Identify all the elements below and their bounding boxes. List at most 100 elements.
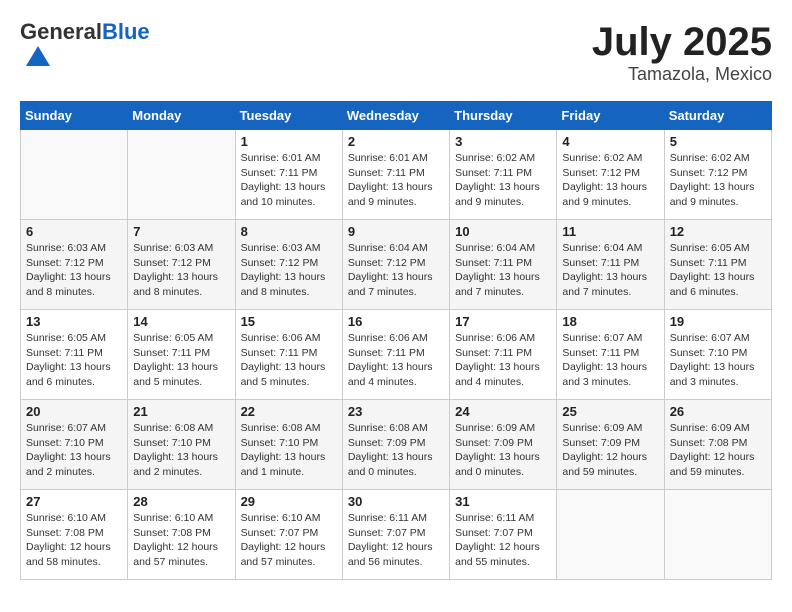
- calendar-week-row: 20Sunrise: 6:07 AM Sunset: 7:10 PM Dayli…: [21, 400, 772, 490]
- day-number: 10: [455, 224, 551, 239]
- day-number: 13: [26, 314, 122, 329]
- weekday-header-thursday: Thursday: [450, 102, 557, 130]
- calendar-cell: 17 Sunrise: 6:06 AM Sunset: 7:11 PM Dayli…: [450, 310, 557, 400]
- day-detail: Sunrise: 6:03 AM Sunset: 7:12 PM Dayligh…: [26, 241, 122, 300]
- logo-text: GeneralBlue: [20, 20, 150, 44]
- day-number: 27: [26, 494, 122, 509]
- day-number: 15: [241, 314, 337, 329]
- calendar-cell: [21, 130, 128, 220]
- day-detail: Sunrise: 6:05 AM Sunset: 7:11 PM Dayligh…: [670, 241, 766, 300]
- calendar-table: SundayMondayTuesdayWednesdayThursdayFrid…: [20, 101, 772, 580]
- day-detail: Sunrise: 6:11 AM Sunset: 7:07 PM Dayligh…: [455, 511, 551, 570]
- calendar-cell: 2 Sunrise: 6:01 AM Sunset: 7:11 PM Daylig…: [342, 130, 449, 220]
- day-detail: Sunrise: 6:07 AM Sunset: 7:10 PM Dayligh…: [26, 421, 122, 480]
- day-number: 30: [348, 494, 444, 509]
- calendar-cell: 25 Sunrise: 6:09 AM Sunset: 7:09 PM Dayli…: [557, 400, 664, 490]
- calendar-cell: 16 Sunrise: 6:06 AM Sunset: 7:11 PM Dayli…: [342, 310, 449, 400]
- logo-blue: Blue: [102, 19, 150, 44]
- day-number: 24: [455, 404, 551, 419]
- calendar-cell: 3 Sunrise: 6:02 AM Sunset: 7:11 PM Daylig…: [450, 130, 557, 220]
- day-detail: Sunrise: 6:06 AM Sunset: 7:11 PM Dayligh…: [348, 331, 444, 390]
- calendar-cell: 13 Sunrise: 6:05 AM Sunset: 7:11 PM Dayli…: [21, 310, 128, 400]
- calendar-cell: 15 Sunrise: 6:06 AM Sunset: 7:11 PM Dayli…: [235, 310, 342, 400]
- day-number: 28: [133, 494, 229, 509]
- day-number: 26: [670, 404, 766, 419]
- day-detail: Sunrise: 6:05 AM Sunset: 7:11 PM Dayligh…: [133, 331, 229, 390]
- day-detail: Sunrise: 6:09 AM Sunset: 7:09 PM Dayligh…: [455, 421, 551, 480]
- day-detail: Sunrise: 6:04 AM Sunset: 7:12 PM Dayligh…: [348, 241, 444, 300]
- calendar-header-row: SundayMondayTuesdayWednesdayThursdayFrid…: [21, 102, 772, 130]
- day-number: 6: [26, 224, 122, 239]
- day-detail: Sunrise: 6:10 AM Sunset: 7:08 PM Dayligh…: [133, 511, 229, 570]
- weekday-header-monday: Monday: [128, 102, 235, 130]
- day-number: 18: [562, 314, 658, 329]
- calendar-cell: 22Sunrise: 6:08 AM Sunset: 7:10 PM Dayli…: [235, 400, 342, 490]
- calendar-week-row: 13 Sunrise: 6:05 AM Sunset: 7:11 PM Dayli…: [21, 310, 772, 400]
- day-detail: Sunrise: 6:04 AM Sunset: 7:11 PM Dayligh…: [562, 241, 658, 300]
- day-detail: Sunrise: 6:09 AM Sunset: 7:09 PM Dayligh…: [562, 421, 658, 480]
- day-number: 4: [562, 134, 658, 149]
- day-number: 7: [133, 224, 229, 239]
- calendar-cell: 28 Sunrise: 6:10 AM Sunset: 7:08 PM Dayli…: [128, 490, 235, 580]
- calendar-cell: 27 Sunrise: 6:10 AM Sunset: 7:08 PM Dayli…: [21, 490, 128, 580]
- day-detail: Sunrise: 6:02 AM Sunset: 7:12 PM Dayligh…: [670, 151, 766, 210]
- calendar-cell: [664, 490, 771, 580]
- day-number: 16: [348, 314, 444, 329]
- calendar-cell: 23Sunrise: 6:08 AM Sunset: 7:09 PM Dayli…: [342, 400, 449, 490]
- day-number: 17: [455, 314, 551, 329]
- location-title: Tamazola, Mexico: [592, 64, 772, 85]
- day-detail: Sunrise: 6:08 AM Sunset: 7:09 PM Dayligh…: [348, 421, 444, 480]
- day-number: 3: [455, 134, 551, 149]
- calendar-cell: 4Sunrise: 6:02 AM Sunset: 7:12 PM Daylig…: [557, 130, 664, 220]
- day-detail: Sunrise: 6:07 AM Sunset: 7:11 PM Dayligh…: [562, 331, 658, 390]
- calendar-cell: 19 Sunrise: 6:07 AM Sunset: 7:10 PM Dayli…: [664, 310, 771, 400]
- weekday-header-friday: Friday: [557, 102, 664, 130]
- day-number: 5: [670, 134, 766, 149]
- day-detail: Sunrise: 6:02 AM Sunset: 7:11 PM Dayligh…: [455, 151, 551, 210]
- calendar-cell: 30 Sunrise: 6:11 AM Sunset: 7:07 PM Dayli…: [342, 490, 449, 580]
- logo: GeneralBlue: [20, 20, 150, 77]
- day-detail: Sunrise: 6:01 AM Sunset: 7:11 PM Dayligh…: [348, 151, 444, 210]
- day-number: 12: [670, 224, 766, 239]
- weekday-header-wednesday: Wednesday: [342, 102, 449, 130]
- day-detail: Sunrise: 6:08 AM Sunset: 7:10 PM Dayligh…: [133, 421, 229, 480]
- day-detail: Sunrise: 6:06 AM Sunset: 7:11 PM Dayligh…: [455, 331, 551, 390]
- weekday-header-sunday: Sunday: [21, 102, 128, 130]
- calendar-cell: 10 Sunrise: 6:04 AM Sunset: 7:11 PM Dayli…: [450, 220, 557, 310]
- day-detail: Sunrise: 6:10 AM Sunset: 7:08 PM Dayligh…: [26, 511, 122, 570]
- day-detail: Sunrise: 6:07 AM Sunset: 7:10 PM Dayligh…: [670, 331, 766, 390]
- logo-icon: [24, 44, 52, 72]
- calendar-cell: [128, 130, 235, 220]
- calendar-cell: 24 Sunrise: 6:09 AM Sunset: 7:09 PM Dayli…: [450, 400, 557, 490]
- day-number: 19: [670, 314, 766, 329]
- calendar-week-row: 27 Sunrise: 6:10 AM Sunset: 7:08 PM Dayli…: [21, 490, 772, 580]
- page-header: GeneralBlue July 2025 Tamazola, Mexico: [20, 20, 772, 85]
- day-detail: Sunrise: 6:09 AM Sunset: 7:08 PM Dayligh…: [670, 421, 766, 480]
- calendar-cell: 9Sunrise: 6:04 AM Sunset: 7:12 PM Daylig…: [342, 220, 449, 310]
- day-detail: Sunrise: 6:06 AM Sunset: 7:11 PM Dayligh…: [241, 331, 337, 390]
- calendar-cell: 11 Sunrise: 6:04 AM Sunset: 7:11 PM Dayli…: [557, 220, 664, 310]
- day-number: 11: [562, 224, 658, 239]
- calendar-cell: 7 Sunrise: 6:03 AM Sunset: 7:12 PM Daylig…: [128, 220, 235, 310]
- day-detail: Sunrise: 6:10 AM Sunset: 7:07 PM Dayligh…: [241, 511, 337, 570]
- day-detail: Sunrise: 6:01 AM Sunset: 7:11 PM Dayligh…: [241, 151, 337, 210]
- calendar-cell: 5 Sunrise: 6:02 AM Sunset: 7:12 PM Daylig…: [664, 130, 771, 220]
- day-detail: Sunrise: 6:05 AM Sunset: 7:11 PM Dayligh…: [26, 331, 122, 390]
- logo-general: General: [20, 19, 102, 44]
- day-detail: Sunrise: 6:03 AM Sunset: 7:12 PM Dayligh…: [241, 241, 337, 300]
- day-detail: Sunrise: 6:11 AM Sunset: 7:07 PM Dayligh…: [348, 511, 444, 570]
- calendar-cell: 21 Sunrise: 6:08 AM Sunset: 7:10 PM Dayli…: [128, 400, 235, 490]
- title-block: July 2025 Tamazola, Mexico: [592, 20, 772, 85]
- day-detail: Sunrise: 6:04 AM Sunset: 7:11 PM Dayligh…: [455, 241, 551, 300]
- day-number: 1: [241, 134, 337, 149]
- calendar-cell: [557, 490, 664, 580]
- day-number: 2: [348, 134, 444, 149]
- day-number: 25: [562, 404, 658, 419]
- day-number: 21: [133, 404, 229, 419]
- calendar-cell: 18 Sunrise: 6:07 AM Sunset: 7:11 PM Dayli…: [557, 310, 664, 400]
- calendar-cell: 29Sunrise: 6:10 AM Sunset: 7:07 PM Dayli…: [235, 490, 342, 580]
- day-detail: Sunrise: 6:03 AM Sunset: 7:12 PM Dayligh…: [133, 241, 229, 300]
- calendar-cell: 14Sunrise: 6:05 AM Sunset: 7:11 PM Dayli…: [128, 310, 235, 400]
- weekday-header-tuesday: Tuesday: [235, 102, 342, 130]
- day-number: 22: [241, 404, 337, 419]
